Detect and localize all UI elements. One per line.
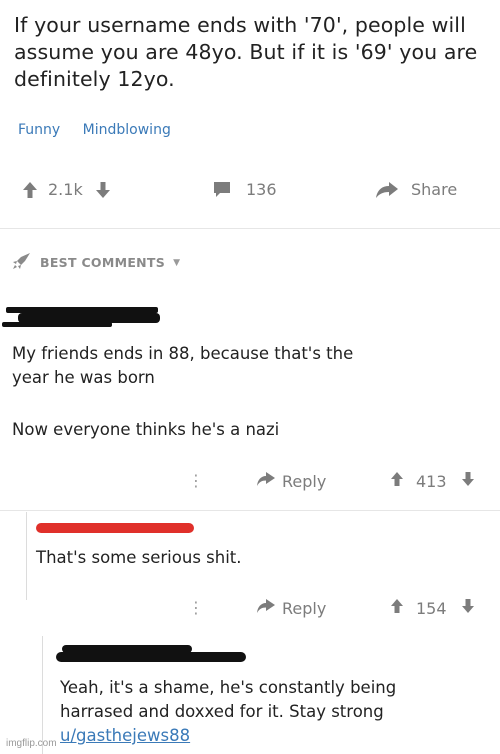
comments-group[interactable]: 136 [212,180,277,199]
sort-label: BEST COMMENTS [40,255,166,270]
downvote-arrow-icon[interactable] [461,598,475,618]
sort-dropdown[interactable]: BEST COMMENTS ▼ [12,252,180,273]
thread-line [26,512,27,600]
upvote-group: 2.1k [22,180,111,199]
divider [0,510,500,511]
redacted-username [2,322,112,327]
comment-line: year he was born [12,368,155,387]
upvote-arrow-icon[interactable] [390,598,404,618]
user-link[interactable]: u/gasthejews88 [60,726,190,745]
upvote-count: 2.1k [48,180,83,199]
redacted-username-red [36,523,194,533]
more-options-icon[interactable]: ⋮ [188,598,204,617]
reply-label: Reply [282,598,327,618]
reply-button[interactable]: Reply [256,598,326,618]
downvote-arrow-icon[interactable] [95,181,111,199]
comment-score: 413 [416,471,447,491]
comment-line: That's some serious shit. [36,548,242,567]
vote-group: 413 [390,471,475,491]
redacted-username [56,652,246,662]
comment-body: My friends ends in 88, because that's th… [12,342,488,442]
comment-body: That's some serious shit. [36,546,488,570]
comment-score: 154 [416,598,447,618]
comment-line: Yeah, it's a shame, he's constantly bein… [60,678,397,697]
post-title: If your username ends with '70', people … [14,13,478,91]
rocket-icon [12,252,32,273]
upvote-arrow-icon[interactable] [22,181,38,199]
comment-body: Yeah, it's a shame, he's constantly bein… [60,676,490,748]
reply-arrow-icon [256,471,276,491]
comments-count: 136 [246,180,277,199]
downvote-arrow-icon[interactable] [461,471,475,491]
thread-line [42,636,43,754]
comment-actions: ⋮ Reply 154 [0,598,500,622]
share-label: Share [411,180,458,199]
reply-arrow-icon [256,598,276,618]
comment-bubble-icon [212,181,232,199]
reply-button[interactable]: Reply [256,471,326,491]
comment-actions: ⋮ Reply 413 [0,471,500,495]
tag-funny[interactable]: Funny [18,122,60,138]
post-tags: Funny Mindblowing [18,122,189,138]
upvote-arrow-icon[interactable] [390,471,404,491]
vote-group: 154 [390,598,475,618]
chevron-down-icon: ▼ [173,257,181,268]
more-options-icon[interactable]: ⋮ [188,471,204,490]
tag-mindblowing[interactable]: Mindblowing [83,122,171,138]
comment-line: Now everyone thinks he's a nazi [12,420,280,439]
divider [0,228,500,229]
share-arrow-icon [375,181,399,199]
comment-line: My friends ends in 88, because that's th… [12,344,354,363]
reply-label: Reply [282,471,327,491]
share-button[interactable]: Share [375,180,457,199]
post-actions: 2.1k 136 Share [22,180,482,204]
comment-line: harrased and doxxed for it. Stay strong [60,702,384,721]
watermark: imgflip.com [6,738,57,749]
